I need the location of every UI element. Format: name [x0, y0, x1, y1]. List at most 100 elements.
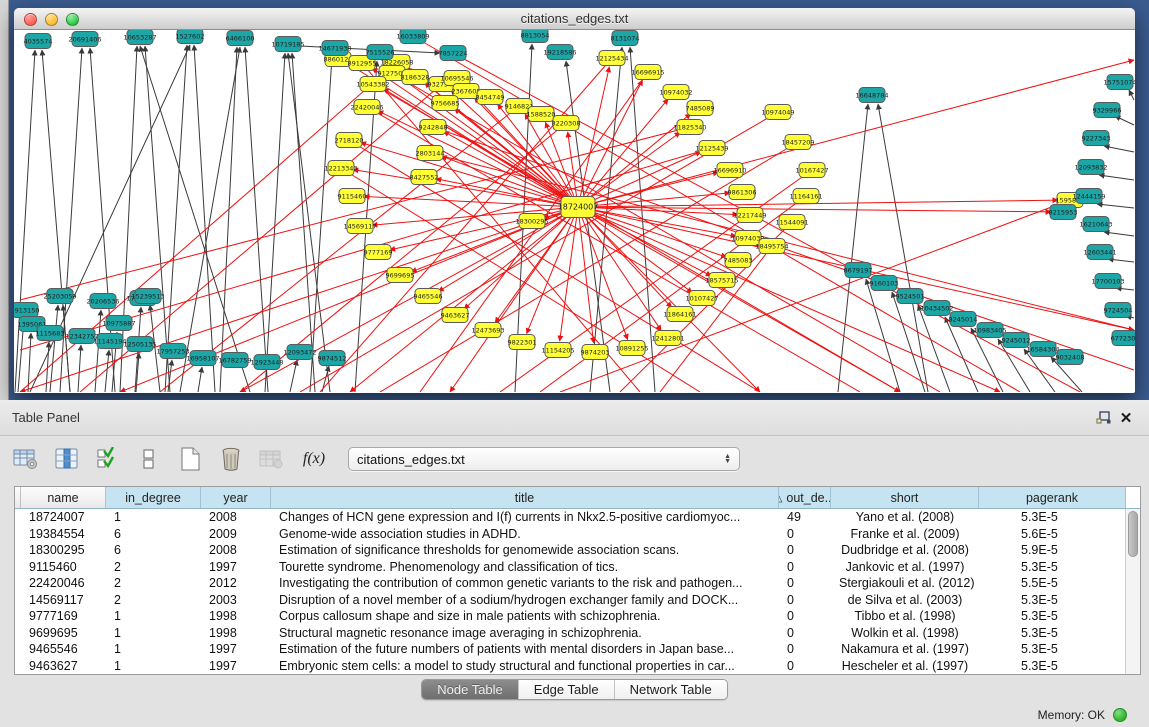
graph-node[interactable]: 9242848 — [419, 120, 448, 135]
graph-node[interactable]: 2803144 — [416, 146, 445, 161]
graph-node[interactable]: 9115460 — [338, 189, 367, 204]
vertical-scrollbar[interactable] — [1125, 509, 1140, 674]
graph-node[interactable]: 8186328 — [401, 70, 430, 85]
graph-node[interactable]: 16648784 — [855, 88, 888, 103]
graph-node[interactable]: 18457209 — [781, 135, 814, 150]
graph-node[interactable]: 12213343 — [324, 161, 357, 176]
minimize-button[interactable] — [45, 13, 58, 26]
column-header-in_degree[interactable]: in_degree — [106, 487, 201, 508]
table-selector-dropdown[interactable]: citations_edges.txt ▲▼ — [348, 447, 740, 471]
graph-node[interactable]: 2718120 — [335, 133, 364, 148]
graph-node[interactable]: 12093472 — [283, 345, 316, 360]
graph-node[interactable]: 7485089 — [686, 101, 715, 116]
graph-node[interactable]: 9032408 — [1056, 350, 1085, 365]
graph-node[interactable]: 18300295 — [515, 214, 548, 229]
graph-node[interactable]: 16210643 — [1079, 217, 1112, 232]
graph-node[interactable]: 11544091 — [775, 215, 808, 230]
graph-node[interactable]: 14569117 — [343, 219, 376, 234]
graph-node[interactable]: 18575715 — [705, 273, 738, 288]
row-height-button[interactable] — [135, 445, 163, 473]
graph-node[interactable]: 11154205 — [541, 343, 574, 358]
graph-node[interactable]: 7857224 — [439, 46, 468, 61]
table-row[interactable]: 946554611997Estimation of the future num… — [15, 641, 1140, 658]
graph-node[interactable]: 12603441 — [1083, 245, 1116, 260]
graph-node[interactable]: 8427552 — [410, 170, 439, 185]
select-rows-button[interactable] — [94, 445, 122, 473]
network-canvas[interactable]: 1872400788601238912955182260589127503105… — [14, 30, 1135, 392]
graph-node[interactable]: 17957253 — [156, 344, 189, 359]
graph-node[interactable]: 11864161 — [663, 307, 696, 322]
graph-node[interactable]: 8813054 — [521, 30, 550, 43]
graph-node[interactable]: 12125434 — [595, 51, 628, 66]
graph-node[interactable]: 12473693 — [471, 323, 504, 338]
graph-node[interactable]: 16696915 — [631, 65, 664, 80]
graph-node[interactable]: 9822301 — [508, 335, 537, 350]
graph-node[interactable]: 10167427 — [795, 163, 828, 178]
function-builder-button[interactable]: f(x) — [299, 450, 329, 468]
graph-node[interactable]: 10891255 — [615, 341, 648, 356]
tab-network-table[interactable]: Network Table — [615, 680, 727, 699]
graph-node[interactable]: 10434502 — [920, 301, 953, 316]
graph-node[interactable]: 9463627 — [441, 308, 470, 323]
graph-node[interactable]: 20206536 — [86, 294, 119, 309]
graph-node[interactable]: 9756685 — [431, 96, 460, 111]
graph-node[interactable]: 12217449 — [733, 208, 766, 223]
graph-node[interactable]: 17700103 — [1091, 274, 1124, 289]
graph-node[interactable]: 10719185 — [271, 37, 304, 52]
graph-node[interactable]: 19218586 — [543, 45, 576, 60]
new-column-button[interactable] — [176, 445, 204, 473]
graph-node[interactable]: 9874512 — [318, 351, 347, 366]
graph-node[interactable]: 10653287 — [123, 30, 156, 45]
graph-node[interactable]: 1115683 — [36, 326, 65, 341]
graph-node[interactable]: 7515526 — [366, 45, 395, 60]
network-graph[interactable]: 1872400788601238912955182260589127503105… — [14, 30, 1135, 392]
table-row[interactable]: 969969511998Structural magnetic resonanc… — [15, 625, 1140, 642]
graph-node[interactable]: 8454749 — [476, 90, 505, 105]
table-row[interactable]: 1456911722003Disruption of a novel membe… — [15, 592, 1140, 609]
scrollbar-thumb[interactable] — [1128, 511, 1138, 557]
graph-node[interactable]: 6466100 — [226, 31, 255, 46]
graph-node[interactable]: 16958107 — [186, 351, 219, 366]
column-header-year[interactable]: year — [201, 487, 271, 508]
column-header-title[interactable]: title — [271, 487, 779, 508]
graph-node[interactable]: 11145194 — [93, 334, 126, 349]
graph-node[interactable]: 8245014 — [949, 312, 978, 327]
graph-node[interactable]: 9329966 — [1093, 103, 1122, 118]
graph-node[interactable]: 15239513 — [131, 289, 164, 304]
graph-node[interactable]: 3913150 — [14, 303, 39, 318]
graph-node[interactable]: 12505135 — [123, 337, 156, 352]
graph-node[interactable]: 9227343 — [1082, 131, 1111, 146]
table-row[interactable]: 977716911998Corpus callosum shape and si… — [15, 608, 1140, 625]
graph-node[interactable]: 12125439 — [695, 141, 728, 156]
graph-node[interactable]: 10975887 — [102, 316, 135, 331]
graph-node[interactable]: 9724504 — [1104, 303, 1133, 318]
table-row[interactable]: 1938455462009Genome-wide association stu… — [15, 526, 1140, 543]
zoom-button[interactable] — [66, 13, 79, 26]
graph-node[interactable]: 12444159 — [1072, 189, 1105, 204]
graph-node[interactable]: 16782759 — [218, 353, 251, 368]
graph-node[interactable]: 9699695 — [386, 268, 415, 283]
graph-node[interactable]: 6772307 — [1111, 331, 1135, 346]
table-row[interactable]: 1872400712008Changes of HCN gene express… — [15, 509, 1140, 526]
close-panel-icon[interactable]: ✕ — [1115, 408, 1137, 428]
graph-hub-node[interactable]: 18724007 — [558, 197, 599, 218]
graph-node[interactable]: 25203059 — [43, 289, 76, 304]
graph-node[interactable]: 12412801 — [651, 331, 684, 346]
graph-node[interactable]: 16696910 — [713, 163, 746, 178]
graph-node[interactable]: 10974049 — [761, 105, 794, 120]
table-row[interactable]: 1830029562008Estimation of significance … — [15, 542, 1140, 559]
table-settings-button[interactable] — [12, 445, 40, 473]
close-button[interactable] — [24, 13, 37, 26]
column-header-pagerank[interactable]: pagerank — [979, 487, 1126, 508]
graph-node[interactable]: 20691406 — [68, 32, 101, 47]
graph-node[interactable]: 8131074 — [611, 31, 640, 46]
graph-node[interactable]: 11825340 — [673, 120, 706, 135]
tab-edge-table[interactable]: Edge Table — [519, 680, 615, 699]
graph-node[interactable]: 10974032 — [659, 85, 692, 100]
graph-node[interactable]: 12093832 — [1074, 160, 1107, 175]
graph-node[interactable]: 9861306 — [728, 185, 757, 200]
graph-node[interactable]: 9465546 — [414, 289, 443, 304]
graph-node[interactable]: 10543382 — [356, 77, 389, 92]
graph-node[interactable]: 12923448 — [250, 355, 283, 370]
graph-node[interactable]: 9874203 — [581, 345, 610, 360]
